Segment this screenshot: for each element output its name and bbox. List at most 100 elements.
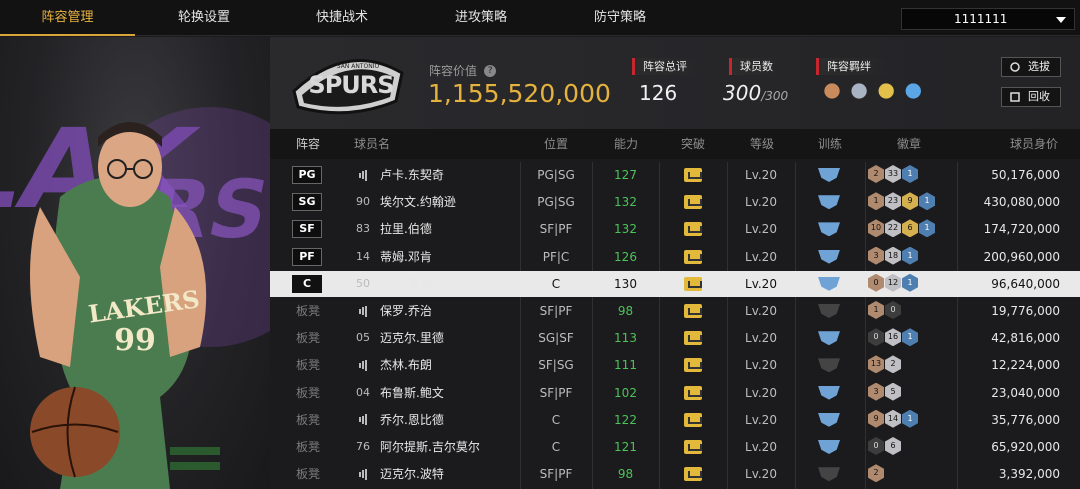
badge-group[interactable]: 0 16 1 [868,328,919,348]
badge-dark-icon: 0 [868,328,884,347]
tab-rotation-settings[interactable]: 轮换设置 [135,0,273,36]
badge-bronze-icon: 2 [868,464,884,483]
table-row[interactable]: 板凳 杰林.布朗 SF|SG 111 Lv.20 13 2 12,224,000 [270,352,1080,378]
badge-group[interactable]: 10 22 6 1 [868,219,936,239]
badge-group[interactable]: 2 33 1 [868,165,919,185]
header-badges[interactable]: 徽章 [897,129,921,159]
jersey-number-text: 99 [114,323,156,358]
training-shield-icon[interactable] [818,412,840,427]
crown-icon[interactable] [684,467,702,482]
slot-badge: C [292,274,322,293]
player-value: 3,392,000 [998,467,1060,482]
badge-group[interactable]: 06 [868,437,902,457]
team-value-label-text: 阵容价值 [429,64,478,78]
header-level[interactable]: 等级 [750,129,774,159]
training-shield-icon[interactable] [818,276,840,291]
player-ability: 98 [617,467,634,482]
crown-icon[interactable] [684,222,702,237]
crown-icon[interactable] [684,331,702,346]
table-row[interactable]: 板凳 76 阿尔提斯.吉尔莫尔 C 121 Lv.20 0 6 65,920,000 [270,434,1080,460]
header-breakthrough[interactable]: 突破 [681,129,705,159]
table-row[interactable]: PG 卢卡.东契奇 PG|SG 127 Lv.20 2 33 1 50,176,000 [270,162,1080,188]
table-row[interactable]: 板凳 05 迈克尔.里德 SG|SF 113 Lv.20 0 16 1 42,816,000 [270,325,1080,351]
crown-icon[interactable] [684,358,702,373]
header-player-value[interactable]: 球员身价 [1010,129,1058,159]
badge-group[interactable]: 9 14 1 [868,409,919,430]
table-row[interactable]: C 50 乔治.麦肯 C 130 Lv.20 0 12 1 96,640,000 [270,270,1080,297]
header-position[interactable]: 位置 [544,129,568,159]
player-art: LAK RS [0,106,270,489]
training-shield-icon[interactable] [818,331,840,346]
crown-icon[interactable] [684,385,702,400]
select-button-label: 选拔 [1028,60,1050,73]
bond-label: 阵容羁绊 [816,58,892,75]
crown-icon[interactable] [684,304,702,318]
bench-label: 板凳 [296,385,321,400]
badge-group[interactable]: 0 12 1 [868,273,919,294]
training-shield-icon[interactable] [818,168,840,182]
bond-gold-icon [878,83,894,99]
select-button[interactable]: 选拔 [1001,57,1061,77]
rating-label: 阵容总评 [632,58,700,75]
training-shield-icon[interactable] [818,222,840,237]
slot-badge: SG [292,193,322,212]
crown-icon[interactable] [684,168,702,182]
header-lineup[interactable]: 阵容 [296,129,320,159]
players-label: 球员数 [729,58,787,75]
crown-icon[interactable] [684,249,702,264]
player-level: Lv.20 [745,467,777,482]
table-row[interactable]: 板凳 乔尔.恩比德 C 122 Lv.20 9 14 1 35,776,000 [270,407,1080,433]
badge-blue-icon: 1 [902,409,918,428]
player-ability: 121 [614,440,637,454]
training-shield-icon[interactable] [818,249,840,264]
table-row[interactable]: 板凳 保罗.乔治 SF|PF 98 Lv.20 1 0 19,776,000 [270,298,1080,324]
training-shield-icon[interactable] [818,385,840,400]
header-training[interactable]: 训练 [818,129,842,159]
player-name: 迈克尔.波特 [380,467,444,482]
player-level: Lv.20 [745,385,777,400]
badge-group[interactable]: 35 [868,382,902,403]
badge-group[interactable]: 13 2 [868,355,902,375]
badge-bronze-icon: 1 [868,192,884,211]
badge-silver-icon: 2 [885,355,901,374]
training-shield-icon[interactable] [818,304,840,318]
table-row[interactable]: PF 14 蒂姆.邓肯 PF|C 126 Lv.20 3 18 1 200,960,000 [270,244,1080,270]
player-value: 430,080,000 [983,195,1060,210]
table-row[interactable]: 板凳 04 布鲁斯.鲍文 SF|PF 102 Lv.20 3 5 23,040,000 [270,380,1080,406]
badge-blue-icon: 1 [919,219,935,238]
training-shield-icon[interactable] [818,440,840,454]
tab-defense-strategy[interactable]: 防守策略 [551,0,689,36]
badge-group[interactable]: 1 23 9 1 [868,192,936,212]
tab-quick-tactics[interactable]: 快捷战术 [273,0,411,36]
player-level: Lv.20 [745,249,777,264]
badge-group[interactable]: 2 [868,464,885,484]
table-row[interactable]: SF 83 拉里.伯德 SF|PF 132 Lv.20 10 22 6 1 174,720,000 [270,216,1080,242]
crown-icon[interactable] [684,195,702,210]
training-shield-icon[interactable] [818,195,840,210]
badge-blue-icon: 1 [902,328,918,347]
bond-icons[interactable] [823,83,922,103]
tab-offense-strategy[interactable]: 进攻策略 [411,0,551,36]
header-ability[interactable]: 能力 [614,129,638,159]
header-player-name[interactable]: 球员名 [354,129,390,159]
player-level: Lv.20 [745,358,777,373]
badge-blue-icon: 1 [902,246,918,265]
tab-lineup-management[interactable]: 阵容管理 [0,0,135,36]
crown-icon[interactable] [684,276,702,291]
badge-group[interactable]: 3 18 1 [868,246,919,267]
crown-icon[interactable] [684,412,702,427]
player-position: SF|SG [538,358,574,373]
training-shield-icon[interactable] [818,358,840,373]
crown-icon[interactable] [684,440,702,454]
player-value: 50,176,000 [991,168,1060,182]
table-row[interactable]: 板凳 迈克尔.波特 SF|PF 98 Lv.20 2 3,392,000 [270,461,1080,487]
table-row[interactable]: SG 90 埃尔文.约翰逊 PG|SG 132 Lv.20 1 23 9 1 430,080,000 [270,189,1080,215]
recycle-button[interactable]: 回收 [1001,87,1061,107]
badge-silver-icon: 16 [885,328,901,347]
account-dropdown[interactable]: 1111111 [901,8,1075,30]
help-icon[interactable]: ? [484,64,497,77]
training-shield-icon[interactable] [818,467,840,482]
badge-group[interactable]: 10 [868,301,902,321]
jersey-number: 83 [356,222,370,236]
badge-silver-icon: 23 [885,192,901,211]
